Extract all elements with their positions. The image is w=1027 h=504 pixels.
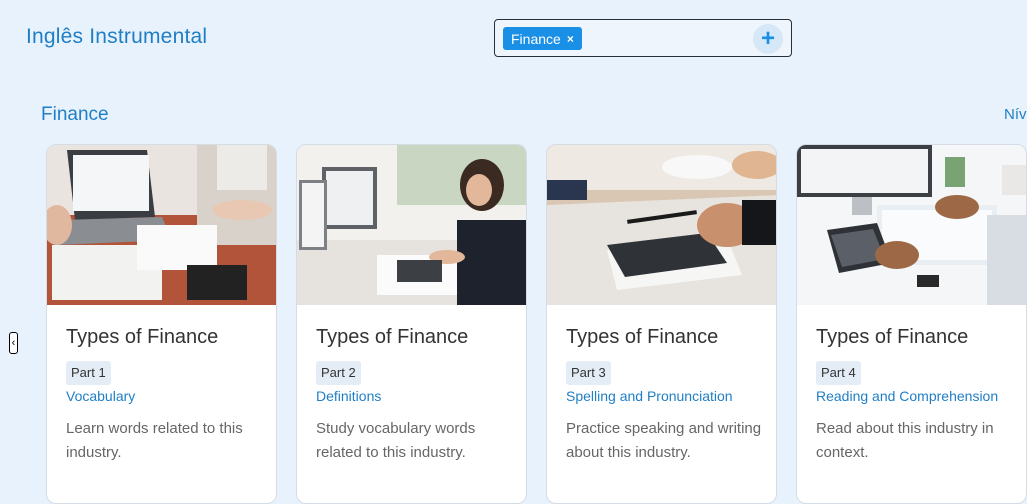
card-description: Read about this industry in context. [816, 420, 994, 461]
part-badge: Part 3 [566, 361, 611, 385]
filter-chip-label: Finance [511, 30, 561, 47]
part-badge: Part 4 [816, 361, 861, 385]
card-image-calculator [547, 145, 776, 305]
card-title: Types of Finance [566, 326, 719, 348]
part-badge: Part 1 [66, 361, 111, 385]
filter-chip-finance: Finance × [503, 27, 582, 50]
tag-filter-input[interactable]: Finance × + [494, 19, 792, 57]
card-image-woman-desk [297, 145, 526, 305]
card-category: Vocabulary [66, 388, 136, 404]
card-category: Reading and Comprehension [816, 388, 999, 404]
card-category: Definitions [316, 388, 382, 404]
lesson-card-4[interactable]: Types of Finance Part 4 Reading and Comp… [796, 144, 1027, 504]
card-image-office [797, 145, 1026, 305]
card-description: Learn words related to this industry. [66, 420, 243, 461]
card-title: Types of Finance [66, 326, 219, 348]
plus-icon: + [760, 25, 775, 52]
section-title: Finance [41, 104, 109, 125]
lesson-card-3[interactable]: Types of Finance Part 3 Spelling and Pro… [546, 144, 777, 504]
add-filter-button[interactable]: + [753, 24, 783, 54]
card-image-meeting [47, 145, 276, 305]
card-category: Spelling and Pronunciation [566, 388, 733, 404]
card-title: Types of Finance [816, 326, 969, 348]
close-icon[interactable]: × [567, 32, 574, 46]
carousel-prev-button[interactable]: ‹ [9, 332, 18, 354]
chevron-left-icon: ‹ [11, 337, 16, 349]
app-title: Inglês Instrumental [26, 25, 208, 48]
part-badge: Part 2 [316, 361, 361, 385]
level-link[interactable]: Nív [1004, 106, 1027, 123]
lesson-card-1[interactable]: Types of Finance Part 1 Vocabulary Learn… [46, 144, 277, 504]
card-title: Types of Finance [316, 326, 469, 348]
lesson-card-2[interactable]: Types of Finance Part 2 Definitions Stud… [296, 144, 527, 504]
card-description: Practice speaking and writing about this… [566, 420, 762, 461]
card-description: Study vocabulary words related to this i… [316, 420, 476, 461]
